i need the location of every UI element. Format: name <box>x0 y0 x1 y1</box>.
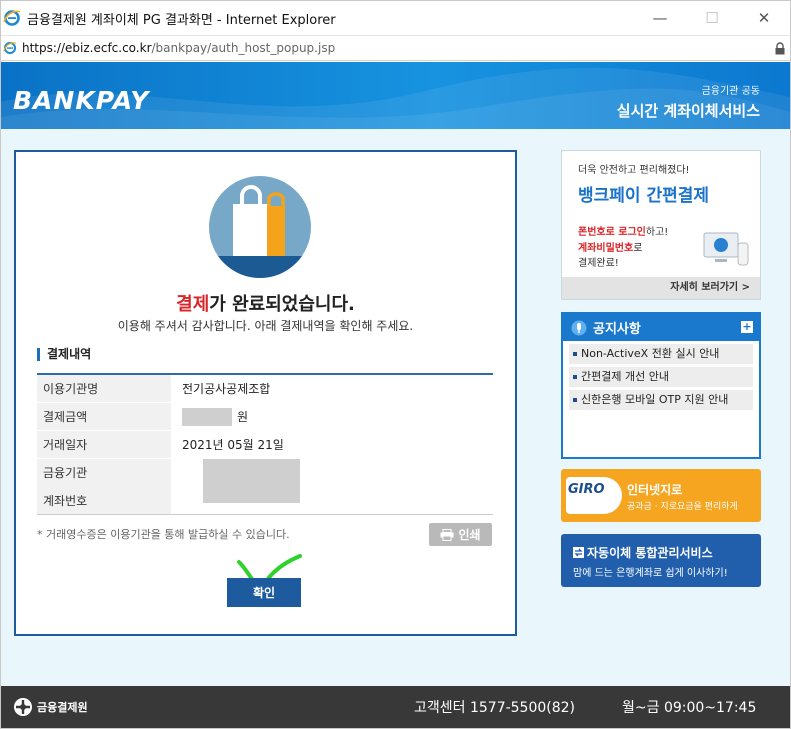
close-button[interactable]: ✕ <box>738 1 790 35</box>
section-title: 결제내역 <box>37 348 91 361</box>
auto-transfer-title: 자동이체 통합관리서비스 <box>573 544 713 561</box>
giro-subtitle: 공과금 · 지로요금을 편리하게 <box>627 502 738 512</box>
footer: 금융결제원 고객센터 1577-5500(82) 월~금 09:00~17:45 <box>1 686 790 728</box>
printer-icon <box>440 528 454 541</box>
bag-shape <box>233 185 285 256</box>
computer-monitor-icon <box>703 232 749 266</box>
banner-subtitle: 금융기관 공동 <box>701 86 760 97</box>
title-bar: 금융결제원 계좌이체 PG 결과화면 - Internet Explorer —… <box>1 1 790 35</box>
cell-value: 전기공사공제조합 <box>182 382 271 396</box>
result-title-rest: 가 완료되었습니다. <box>209 294 355 315</box>
notice-item-text: 간편결제 개선 안내 <box>581 370 669 383</box>
internet-explorer-icon <box>3 10 21 26</box>
ad-line-2-rest: 로 <box>633 243 643 254</box>
notice-item-text: Non-ActiveX 전환 실시 안내 <box>581 347 720 360</box>
confirm-button[interactable]: 확인 <box>227 578 301 607</box>
window-title: 금융결제원 계좌이체 PG 결과화면 - Internet Explorer <box>27 12 336 28</box>
simple-payment-ad[interactable]: 더욱 안전하고 편리해졌다! 뱅크페이 간편결제 폰번호로 로그인하고! 계좌비… <box>561 150 761 300</box>
ad-line-1-highlight: 폰번호로 로그인 <box>578 227 646 238</box>
bank-label: 금융기관 <box>43 466 88 481</box>
minimize-button[interactable]: — <box>634 1 686 35</box>
masked-bank-account <box>203 459 300 503</box>
result-title: 결제가 완료되었습니다. <box>16 290 515 316</box>
shopping-bag-icon <box>209 176 311 278</box>
header-banner: BANKPAY 금융기관 공동 실시간 계좌이체서비스 <box>1 62 790 129</box>
footer-logo-text: 금융결제원 <box>37 701 88 714</box>
maximize-button[interactable]: ☐ <box>686 1 738 35</box>
cell-label-bank-account: 금융기관 계좌번호 <box>37 459 171 514</box>
page-icon <box>3 41 17 55</box>
ad-line-3: 결제완료! <box>578 258 619 269</box>
bullet-icon <box>573 352 577 356</box>
notice-more-button[interactable]: + <box>741 321 753 333</box>
cell-label: 이용기관명 <box>37 375 171 402</box>
url-path: /bankpay/auth_host_popup.jsp <box>151 41 336 55</box>
url-text[interactable]: https://ebiz.ecfc.co.kr/bankpay/auth_hos… <box>22 41 335 55</box>
print-button[interactable]: 인쇄 <box>429 523 492 546</box>
bullet-icon <box>573 398 577 402</box>
ad-line-2-highlight: 계좌비밀번호 <box>578 243 634 254</box>
giro-title: 인터넷지로 <box>627 483 683 497</box>
microphone-icon <box>571 320 587 335</box>
masked-amount <box>182 407 232 426</box>
ad-line-1: 폰번호로 로그인하고! <box>578 223 668 238</box>
auto-transfer-banner[interactable]: 자동이체 통합관리서비스 맘에 드는 은행계좌로 쉽게 이사하기! <box>561 534 761 587</box>
banner-service-title: 금융기관 공동 실시간 계좌이체서비스 <box>617 82 760 121</box>
ad-line-2: 계좌비밀번호로 <box>578 239 642 254</box>
cell-label: 거래일자 <box>37 431 171 458</box>
table-row: 결제금액 원 <box>37 403 493 431</box>
customer-center: 고객센터 1577-5500(82) <box>414 700 576 716</box>
payment-detail-table: 이용기관명 전기공사공제조합 결제금액 원 거래일자 2021년 05월 21일… <box>37 373 493 515</box>
payment-result-panel: 결제가 완료되었습니다. 이용해 주셔서 감사합니다. 아래 결제내역을 확인해… <box>14 150 517 636</box>
notice-item-text: 신한은행 모바일 OTP 지원 안내 <box>581 393 729 406</box>
cell-value: 2021년 05월 21일 <box>182 438 284 452</box>
transfer-icon <box>573 547 584 558</box>
cell-label: 결제금액 <box>37 403 171 430</box>
cell-value-amount: 원 <box>171 403 493 430</box>
bullet-icon <box>573 375 577 379</box>
print-label: 인쇄 <box>458 528 481 542</box>
ad-tagline: 더욱 안전하고 편리해졌다! <box>578 165 690 176</box>
ad-more-link[interactable]: 자세히 보러가기 > <box>562 277 760 299</box>
internet-giro-banner[interactable]: GIRO 인터넷지로 공과금 · 지로요금을 편리하게 <box>561 469 761 522</box>
footer-logo: 금융결제원 <box>13 697 88 717</box>
ad-line-1-rest: 하고! <box>645 227 669 238</box>
notice-panel: 공지사항 + Non-ActiveX 전환 실시 안내 간편결제 개선 안내 신… <box>561 312 761 459</box>
auto-transfer-title-text: 자동이체 통합관리서비스 <box>587 546 713 560</box>
auto-transfer-subtitle: 맘에 드는 은행계좌로 쉽게 이사하기! <box>573 568 728 579</box>
receipt-note: * 거래영수증은 이용기관을 통해 발급하실 수 있습니다. <box>37 528 290 541</box>
window-controls: — ☐ ✕ <box>634 1 790 35</box>
notice-item[interactable]: Non-ActiveX 전환 실시 안내 <box>569 344 753 364</box>
notice-title: 공지사항 <box>593 322 641 337</box>
table-row: 이용기관명 전기공사공제조합 <box>37 375 493 403</box>
notice-item[interactable]: 간편결제 개선 안내 <box>569 367 753 387</box>
ad-title: 뱅크페이 간편결제 <box>578 186 710 206</box>
content-area: 결제가 완료되었습니다. 이용해 주셔서 감사합니다. 아래 결제내역을 확인해… <box>1 129 790 686</box>
result-title-highlight: 결제 <box>176 294 210 315</box>
banner-title: 실시간 계좌이체서비스 <box>616 102 760 120</box>
amount-unit: 원 <box>237 410 249 424</box>
url-host: https://ebiz.ecfc.co.kr <box>22 41 152 55</box>
notice-item[interactable]: 신한은행 모바일 OTP 지원 안내 <box>569 390 753 410</box>
notice-header: 공지사항 + <box>563 314 759 341</box>
account-label: 계좌번호 <box>43 493 88 508</box>
bankpay-logo: BANKPAY <box>13 86 150 115</box>
address-bar[interactable]: https://ebiz.ecfc.co.kr/bankpay/auth_hos… <box>1 35 790 61</box>
browser-window: 금융결제원 계좌이체 PG 결과화면 - Internet Explorer —… <box>0 0 791 729</box>
table-row: 거래일자 2021년 05월 21일 <box>37 431 493 459</box>
lock-icon[interactable] <box>774 42 786 55</box>
giro-logo: GIRO <box>568 482 605 497</box>
kftc-logo-icon <box>14 698 32 716</box>
result-subtitle: 이용해 주셔서 감사합니다. 아래 결제내역을 확인해 주세요. <box>117 319 414 333</box>
business-hours: 월~금 09:00~17:45 <box>622 700 757 716</box>
